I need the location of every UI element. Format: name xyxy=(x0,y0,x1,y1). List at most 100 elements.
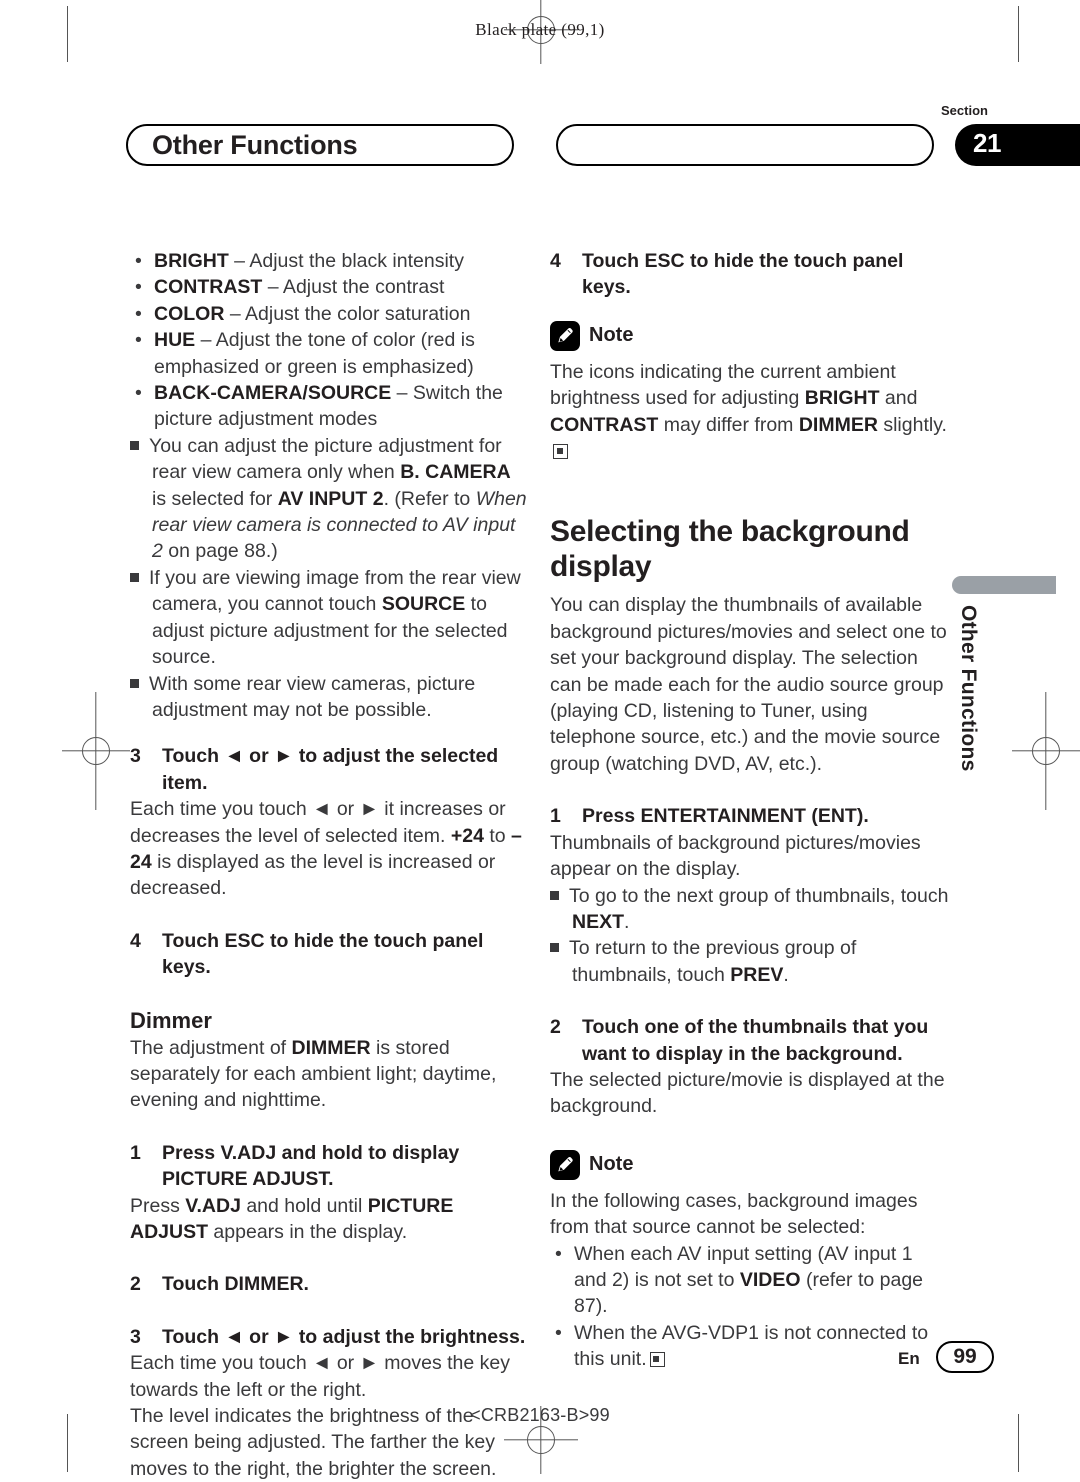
step-number: 2 xyxy=(550,1016,561,1039)
step-text: Press ENTERTAINMENT (ENT). xyxy=(582,805,869,828)
bullet-dot-icon: • xyxy=(135,276,142,299)
bullet-dot-icon: • xyxy=(135,329,142,352)
right-column: 4 Touch ESC to hide the touch panel keys… xyxy=(550,248,950,1373)
bullet-dot-icon: • xyxy=(555,1242,562,1265)
page-title: Other Functions xyxy=(152,130,358,160)
note-header: Note xyxy=(550,1149,950,1180)
dimmer-body: The adjustment of DIMMER is stored separ… xyxy=(130,1035,530,1114)
step-heading: 3 Touch ◄ or ► to adjust the selected it… xyxy=(130,743,530,796)
list-item: • When each AV input setting (AV input 1… xyxy=(550,1241,950,1320)
term: HUE xyxy=(154,329,196,352)
emph: VIDEO xyxy=(739,1268,801,1291)
text: on page 88.) xyxy=(162,540,278,563)
bullet-square-icon xyxy=(550,890,559,900)
bullet-square-icon xyxy=(550,943,559,953)
text: The adjustment of xyxy=(130,1036,292,1059)
exclusion-cases-list: • When each AV input setting (AV input 1… xyxy=(550,1241,950,1373)
text: and hold until xyxy=(240,1194,368,1217)
pencil-note-icon xyxy=(550,320,580,351)
note-label: Note xyxy=(589,1153,634,1176)
emph: B. CAMERA xyxy=(400,461,511,484)
footer-page-number: 99 xyxy=(936,1341,994,1373)
subsection-heading-dimmer: Dimmer xyxy=(130,1007,212,1033)
step-number: 3 xyxy=(130,1325,141,1348)
footer-language: En xyxy=(898,1349,920,1368)
section-intro: You can display the thumbnails of availa… xyxy=(550,594,947,775)
square-note: If you are viewing image from the rear v… xyxy=(130,565,530,671)
left-column: • BRIGHT – Adjust the black intensity • … xyxy=(130,248,530,1482)
text: slightly. xyxy=(877,413,947,436)
emph: NEXT xyxy=(572,910,625,933)
emph: SOURCE xyxy=(381,593,466,616)
step-number: 1 xyxy=(550,805,561,828)
section-heading: Selecting the background display xyxy=(550,515,910,584)
step-body: Press V.ADJ and hold until PICTURE ADJUS… xyxy=(130,1193,530,1246)
list-item: • COLOR – Adjust the color saturation xyxy=(130,301,530,327)
term: BACK-CAMERA/SOURCE xyxy=(154,382,392,405)
desc: – Adjust the color saturation xyxy=(224,302,471,325)
emph: V.ADJ xyxy=(185,1194,241,1217)
text: Press xyxy=(130,1194,186,1217)
step-heading: 1 Press V.ADJ and hold to display PICTUR… xyxy=(130,1140,530,1193)
step-body: Thumbnails of background pictures/movies… xyxy=(550,831,921,881)
text: and xyxy=(879,387,918,410)
step-number: 3 xyxy=(130,745,141,768)
text: With some rear view cameras, picture adj… xyxy=(149,672,476,721)
list-item: • BACK-CAMERA/SOURCE – Switch the pictur… xyxy=(130,380,530,433)
emph: DIMMER xyxy=(291,1036,371,1059)
step-text: Touch ESC to hide the touch panel keys. xyxy=(582,250,904,299)
bullet-square-icon xyxy=(130,678,139,688)
text: is selected for xyxy=(152,487,278,510)
step-body: Each time you touch ◄ or ► it increases … xyxy=(130,796,530,902)
step-body: The selected picture/movie is displayed … xyxy=(550,1068,945,1118)
end-of-note-marker xyxy=(649,1352,665,1368)
term: BRIGHT xyxy=(154,250,229,272)
step-number: 2 xyxy=(130,1273,141,1296)
list-item: • HUE – Adjust the tone of color (red is… xyxy=(130,327,530,380)
text: to xyxy=(483,824,512,847)
step-text: Press V.ADJ and hold to display PICTURE … xyxy=(162,1141,460,1191)
pencil-note-icon xyxy=(550,1149,580,1180)
picture-adjust-list: • BRIGHT – Adjust the black intensity • … xyxy=(130,248,530,433)
emph: DIMMER xyxy=(798,413,878,436)
bullet-square-icon xyxy=(130,440,139,450)
emph: PREV xyxy=(730,963,784,986)
step-text: Touch ESC to hide the touch panel keys. xyxy=(162,929,484,979)
end-of-note-marker xyxy=(553,444,568,460)
bullet-dot-icon: • xyxy=(135,382,142,405)
emph: +24 xyxy=(450,824,484,847)
step-text: Touch ◄ or ► to adjust the selected item… xyxy=(162,745,499,794)
text: To go to the next group of thumbnails, t… xyxy=(569,884,949,907)
text: Each time you touch ◄ or ► it increases … xyxy=(130,798,506,847)
term: CONTRAST xyxy=(154,276,263,299)
step-text: Touch one of the thumbnails that you wan… xyxy=(582,1016,929,1065)
bullet-square-icon xyxy=(130,572,139,582)
step-heading: 1 Press ENTERTAINMENT (ENT). xyxy=(550,803,950,829)
square-note: To return to the previous group of thumb… xyxy=(550,935,950,988)
text: . xyxy=(783,963,789,986)
step-heading: 2 Touch DIMMER. xyxy=(130,1271,530,1297)
square-note: With some rear view cameras, picture adj… xyxy=(130,671,530,724)
step-heading: 2 Touch one of the thumbnails that you w… xyxy=(550,1014,950,1067)
text: appears in the display. xyxy=(208,1221,408,1243)
list-item: • When the AVG-VDP1 is not connected to … xyxy=(550,1320,950,1373)
step-text: Touch ◄ or ► to adjust the brightness. xyxy=(162,1325,526,1348)
desc: – Adjust the tone of color (red is empha… xyxy=(154,329,475,378)
side-tab-bar xyxy=(952,576,1056,594)
text: . xyxy=(624,910,630,933)
emph: BRIGHT xyxy=(804,387,880,410)
registration-mark-right xyxy=(1012,692,1080,810)
step-text: Touch DIMMER. xyxy=(162,1273,309,1296)
list-item: • BRIGHT – Adjust the black intensity xyxy=(130,248,530,274)
step-heading: 3 Touch ◄ or ► to adjust the brightness. xyxy=(130,1324,530,1350)
desc: – Adjust the black intensity xyxy=(228,250,464,272)
text: . (Refer to xyxy=(383,487,476,510)
square-note: To go to the next group of thumbnails, t… xyxy=(550,883,950,936)
registration-mark-left xyxy=(62,692,130,810)
note-body: In the following cases, background image… xyxy=(550,1189,918,1239)
section-label: Section xyxy=(941,103,988,118)
bullet-dot-icon: • xyxy=(135,302,142,325)
note-header: Note xyxy=(550,320,950,351)
square-note: You can adjust the picture adjustment fo… xyxy=(130,433,530,565)
desc: – Adjust the contrast xyxy=(262,276,445,299)
